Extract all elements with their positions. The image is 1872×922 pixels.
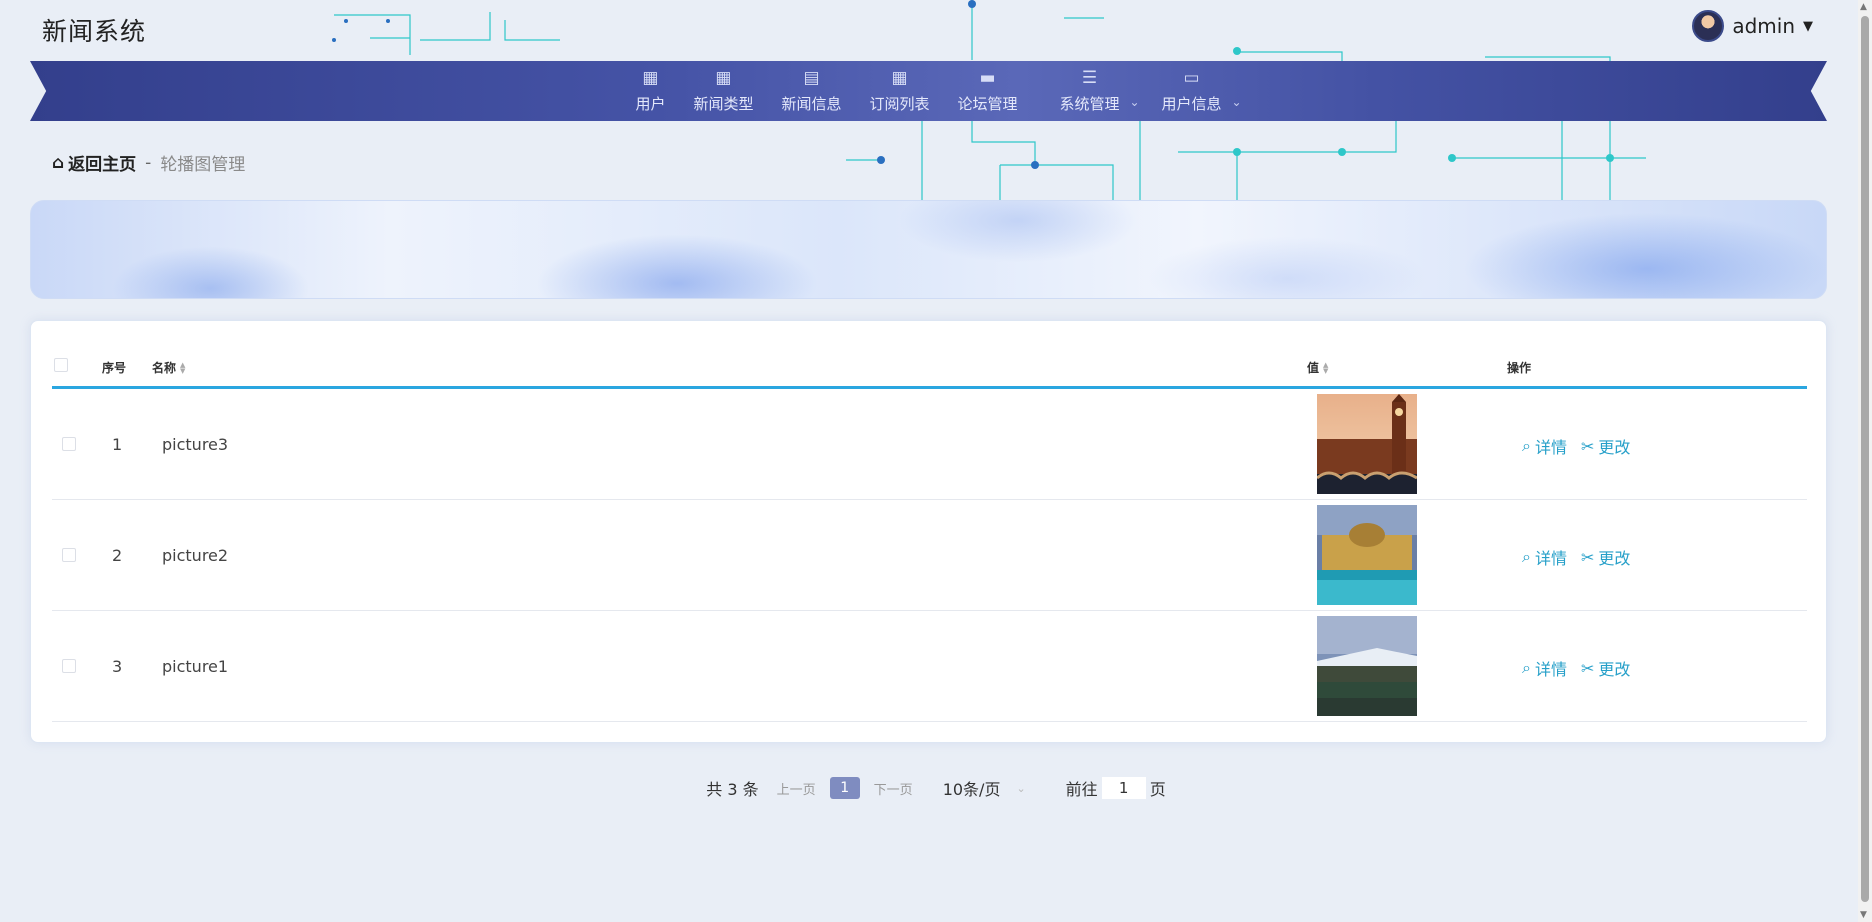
row-index: 1 [112, 435, 123, 454]
site-title: 新闻系统 [42, 17, 147, 46]
row-actions: ⌕ 详情 ✂ 更改 [1522, 434, 1630, 458]
detail-icon: ⌕ [1522, 547, 1531, 566]
stadium-photo[interactable] [1317, 616, 1417, 716]
bath-palace-photo[interactable] [1317, 505, 1417, 605]
vertical-scrollbar[interactable]: ▲ ▼ [1858, 0, 1872, 922]
top-header: 新闻系统 admin ▼ [0, 0, 1858, 60]
grid-icon: ▦ [642, 68, 659, 88]
chat-icon: ▬ [979, 68, 996, 88]
detail-button[interactable]: ⌕ 详情 [1522, 545, 1567, 569]
nav-item-label: 用户 [635, 95, 666, 113]
table-header: 序号 名称 ▲ ▼ 值 ▲ ▼ 操作 [52, 341, 1807, 389]
goto-label: 前往 [1065, 780, 1098, 799]
nav-item-label: 新闻类型 [693, 95, 754, 113]
select-all-checkbox[interactable] [54, 358, 68, 372]
scrollbar-thumb[interactable] [1861, 16, 1869, 902]
next-page-button[interactable]: 下一页 [874, 779, 913, 798]
row-actions: ⌕ 详情 ✂ 更改 [1522, 545, 1630, 569]
decorative-banner [30, 200, 1827, 299]
nav-item-label: 用户信息 [1161, 95, 1222, 113]
user-menu[interactable]: admin ▼ [1692, 10, 1813, 42]
clipboard-icon: ▤ [803, 68, 820, 88]
page-size-value: 10条/页 [942, 780, 1001, 799]
main-nav: ▦ 用户 ▦ 新闻类型 ▤ 新闻信息 ▦ 订阅列表 ▬ 论坛管理 ☰ 系统管理 … [30, 61, 1827, 121]
row-checkbox[interactable] [62, 548, 76, 562]
table-row: 2 picture2 ⌕ 详情 ✂ 更改 [52, 500, 1807, 611]
row-checkbox[interactable] [62, 437, 76, 451]
prev-page-button[interactable]: 上一页 [777, 779, 816, 798]
menu-icon: ☰ [1081, 68, 1098, 88]
breadcrumb: ⌂ 返回主页 - 轮播图管理 [52, 150, 246, 176]
grid-icon: ▦ [891, 68, 908, 88]
scroll-up-icon[interactable]: ▲ [1860, 2, 1867, 12]
caret-down-icon[interactable]: ▼ [1803, 19, 1813, 34]
pagination: 共 3 条 上一页 1 下一页 10条/页 ⌄ 前往 页 [0, 776, 1872, 800]
data-table: 序号 名称 ▲ ▼ 值 ▲ ▼ 操作 1 picture3 ⌕ 详情 ✂ 更改 … [52, 341, 1807, 722]
header-name[interactable]: 名称 ▲ ▼ [152, 359, 185, 376]
big-ben-photo[interactable] [1317, 394, 1417, 494]
user-name[interactable]: admin [1732, 14, 1795, 38]
nav-item-user-info[interactable]: ▭ 用户信息 ⌄ [1148, 61, 1242, 121]
page-size-select[interactable]: 10条/页 ⌄ [943, 776, 1026, 800]
row-actions: ⌕ 详情 ✂ 更改 [1522, 656, 1630, 680]
detail-button[interactable]: ⌕ 详情 [1522, 434, 1567, 458]
table-card: 序号 名称 ▲ ▼ 值 ▲ ▼ 操作 1 picture3 ⌕ 详情 ✂ 更改 … [30, 320, 1827, 743]
edit-button[interactable]: ✂ 更改 [1581, 545, 1630, 569]
nav-item-label: 订阅列表 [869, 95, 930, 113]
row-name: picture2 [162, 546, 229, 565]
nav-item-users[interactable]: ▦ 用户 [621, 61, 679, 121]
sort-icon[interactable]: ▲ ▼ [180, 361, 185, 374]
header-value[interactable]: 值 ▲ ▼ [1307, 359, 1328, 376]
nav-item-label: 论坛管理 [957, 95, 1018, 113]
detail-icon: ⌕ [1522, 658, 1531, 677]
chevron-down-icon: ⌄ [1016, 781, 1026, 795]
tools-icon: ✂ [1580, 658, 1595, 678]
nav-item-label: 系统管理 [1059, 95, 1120, 113]
sort-icon[interactable]: ▲ ▼ [1323, 361, 1328, 374]
table-row: 1 picture3 ⌕ 详情 ✂ 更改 [52, 389, 1807, 500]
pagination-total: 共 3 条 [706, 780, 759, 799]
row-index: 2 [112, 546, 123, 565]
table-row: 3 picture1 ⌕ 详情 ✂ 更改 [52, 611, 1807, 722]
breadcrumb-current: 轮播图管理 [160, 155, 246, 175]
nav-item-subscriptions[interactable]: ▦ 订阅列表 [855, 61, 943, 121]
grid-icon: ▦ [715, 68, 732, 88]
chevron-down-icon: ⌄ [1231, 95, 1242, 109]
breadcrumb-home[interactable]: ⌂ 返回主页 [52, 150, 137, 176]
edit-button[interactable]: ✂ 更改 [1581, 434, 1630, 458]
tools-icon: ✂ [1580, 547, 1595, 567]
nav-item-forum[interactable]: ▬ 论坛管理 [944, 61, 1032, 121]
chevron-down-icon: ⌄ [1129, 95, 1140, 109]
scroll-down-icon[interactable]: ▼ [1860, 910, 1867, 920]
header-actions: 操作 [1507, 361, 1532, 375]
row-name: picture3 [162, 435, 229, 454]
page-jump: 前往 页 [1066, 776, 1166, 800]
nav-item-label: 新闻信息 [781, 95, 842, 113]
home-icon: ⌂ [52, 152, 65, 173]
nav-item-news-info[interactable]: ▤ 新闻信息 [767, 61, 855, 121]
avatar[interactable] [1692, 10, 1725, 42]
row-name: picture1 [162, 657, 229, 676]
page-number-button[interactable]: 1 [829, 777, 860, 799]
nav-item-system[interactable]: ☰ 系统管理 ⌄ [1046, 61, 1140, 121]
goto-page-input[interactable] [1101, 777, 1146, 799]
row-checkbox[interactable] [62, 659, 76, 673]
tools-icon: ✂ [1580, 436, 1595, 456]
row-index: 3 [112, 657, 123, 676]
page-unit-label: 页 [1149, 780, 1166, 799]
card-icon: ▭ [1183, 68, 1200, 88]
detail-icon: ⌕ [1522, 436, 1531, 455]
breadcrumb-home-label: 返回主页 [68, 155, 137, 175]
detail-button[interactable]: ⌕ 详情 [1522, 656, 1567, 680]
nav-item-news-types[interactable]: ▦ 新闻类型 [679, 61, 767, 121]
edit-button[interactable]: ✂ 更改 [1581, 656, 1630, 680]
header-index: 序号 [102, 361, 127, 375]
breadcrumb-separator: - [145, 152, 152, 173]
